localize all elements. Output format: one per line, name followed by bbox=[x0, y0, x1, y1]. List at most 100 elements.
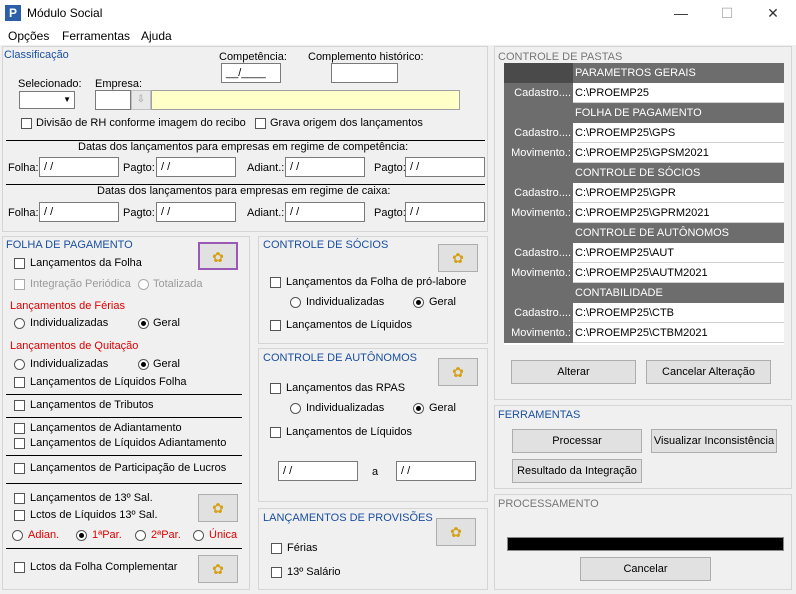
grid-cell[interactable]: C:\PROEMP25\CTB bbox=[573, 303, 784, 323]
complemento-input[interactable] bbox=[331, 63, 398, 83]
grid-cell[interactable]: C:\PROEMP25\GPSM2021 bbox=[573, 143, 784, 163]
gear-icon: ✿ bbox=[452, 250, 464, 266]
empresa-code-input[interactable] bbox=[95, 90, 131, 110]
individualizadas-label: Individualizadas bbox=[306, 296, 385, 308]
part-lucros-label: Lançamentos de Participação de Lucros bbox=[30, 462, 227, 474]
grid-corner bbox=[504, 63, 573, 83]
unica-label: Única bbox=[209, 529, 238, 541]
totalizada-radio[interactable] bbox=[138, 279, 149, 290]
liq-folha-label: Lançamentos de Líquidos Folha bbox=[30, 376, 187, 388]
liq-folha-checkbox[interactable] bbox=[14, 377, 25, 388]
par1-label: 1ªPar. bbox=[92, 529, 122, 541]
menu-opcoes[interactable]: Opções bbox=[8, 29, 49, 43]
provisoes-ferias-checkbox[interactable] bbox=[271, 543, 282, 554]
socios-individualizadas-radio[interactable] bbox=[290, 297, 301, 308]
processar-button[interactable]: Processar bbox=[512, 429, 642, 453]
provisoes-13-checkbox[interactable] bbox=[271, 567, 282, 578]
individualizadas-label: Individualizadas bbox=[30, 358, 109, 370]
grid-cell[interactable]: C:\PROEMP25 bbox=[573, 83, 784, 103]
folha-config-button[interactable]: ✿ bbox=[198, 242, 238, 270]
pagto-date-input[interactable]: / / bbox=[405, 157, 485, 177]
autonomos-date-from[interactable]: / / bbox=[278, 461, 358, 481]
divisao-checkbox[interactable] bbox=[21, 118, 32, 129]
ferias-individualizadas-radio[interactable] bbox=[14, 318, 25, 329]
lanc-folha-checkbox[interactable] bbox=[14, 258, 25, 269]
grid-label: Cadastro.... bbox=[504, 123, 573, 143]
provisoes-config-button[interactable]: ✿ bbox=[436, 518, 476, 546]
pagto-label: Pagto: bbox=[123, 207, 155, 219]
close-button[interactable]: ✕ bbox=[750, 0, 796, 27]
processamento-title: PROCESSAMENTO bbox=[498, 498, 599, 510]
download-icon[interactable]: ⇩ bbox=[131, 90, 151, 110]
grid-cell[interactable]: C:\PROEMP25\CTBM2021 bbox=[573, 323, 784, 343]
grid-cell[interactable]: C:\PROEMP25\AUTM2021 bbox=[573, 263, 784, 283]
grid-cell[interactable]: C:\PROEMP25\AUT bbox=[573, 243, 784, 263]
adiant-date-input[interactable]: / / bbox=[285, 202, 365, 222]
cancelar-button[interactable]: Cancelar bbox=[580, 557, 711, 581]
liq13-label: Lctos de Líquidos 13º Sal. bbox=[30, 509, 158, 521]
grid-cell[interactable]: C:\PROEMP25\GPRM2021 bbox=[573, 203, 784, 223]
provisoes-title: LANÇAMENTOS DE PROVISÕES bbox=[263, 512, 433, 524]
alterar-button[interactable]: Alterar bbox=[511, 360, 636, 384]
maximize-button[interactable]: ☐ bbox=[704, 0, 750, 27]
socios-config-button[interactable]: ✿ bbox=[438, 244, 478, 272]
quitacao-individualizadas-radio[interactable] bbox=[14, 359, 25, 370]
complementar-checkbox[interactable] bbox=[14, 562, 25, 573]
pagto-date-input[interactable]: / / bbox=[156, 157, 236, 177]
ferias-geral-radio[interactable] bbox=[138, 318, 149, 329]
grid-cell[interactable]: C:\PROEMP25\GPS bbox=[573, 123, 784, 143]
socios-liquidos-checkbox[interactable] bbox=[270, 320, 281, 331]
competencia-input[interactable]: __/____ bbox=[221, 63, 281, 83]
grid-label-blank bbox=[504, 103, 573, 123]
window-title: Módulo Social bbox=[27, 6, 103, 20]
autonomos-liquidos-label: Lançamentos de Líquidos bbox=[286, 426, 412, 438]
quitacao-geral-radio[interactable] bbox=[138, 359, 149, 370]
individualizadas-label: Individualizadas bbox=[30, 317, 109, 329]
unica-radio[interactable] bbox=[193, 530, 204, 541]
gear-icon: ✿ bbox=[450, 524, 462, 540]
grid-label-blank bbox=[504, 283, 573, 303]
menu-ajuda[interactable]: Ajuda bbox=[141, 29, 172, 43]
par2-radio[interactable] bbox=[135, 530, 146, 541]
pagto-date-input[interactable]: / / bbox=[156, 202, 236, 222]
part-lucros-checkbox[interactable] bbox=[14, 463, 25, 474]
resultado-integracao-button[interactable]: Resultado da Integração bbox=[512, 459, 642, 483]
par1-radio[interactable] bbox=[76, 530, 87, 541]
grid-cell[interactable]: C:\PROEMP25\GPR bbox=[573, 183, 784, 203]
rpas-checkbox[interactable] bbox=[270, 383, 281, 394]
grid-label-blank bbox=[504, 223, 573, 243]
adiantamento-checkbox[interactable] bbox=[14, 423, 25, 434]
liq13-checkbox[interactable] bbox=[14, 510, 25, 521]
sal13-config-button[interactable]: ✿ bbox=[198, 494, 238, 522]
minimize-button[interactable]: — bbox=[658, 0, 704, 27]
adiant-label: Adiant.: bbox=[247, 162, 285, 174]
menu-ferramentas[interactable]: Ferramentas bbox=[62, 29, 130, 43]
gear-icon: ✿ bbox=[212, 500, 224, 516]
integ-periodica-checkbox[interactable] bbox=[14, 279, 25, 290]
autonomos-geral-radio[interactable] bbox=[413, 403, 424, 414]
cancelar-alteracao-button[interactable]: Cancelar Alteração bbox=[646, 360, 771, 384]
grid-label: Movimento.: bbox=[504, 323, 573, 343]
tributos-checkbox[interactable] bbox=[14, 400, 25, 411]
divider bbox=[6, 483, 242, 484]
autonomos-individualizadas-radio[interactable] bbox=[290, 403, 301, 414]
folha-date-input[interactable]: / / bbox=[39, 157, 119, 177]
sal13-checkbox[interactable] bbox=[14, 493, 25, 504]
tributos-label: Lançamentos de Tributos bbox=[30, 399, 154, 411]
autonomos-liquidos-checkbox[interactable] bbox=[270, 427, 281, 438]
pagto-label: Pagto: bbox=[123, 162, 155, 174]
adiant-date-input[interactable]: / / bbox=[285, 157, 365, 177]
adian-radio[interactable] bbox=[12, 530, 23, 541]
grava-checkbox[interactable] bbox=[255, 118, 266, 129]
socios-geral-radio[interactable] bbox=[413, 297, 424, 308]
folha-date-input[interactable]: / / bbox=[39, 202, 119, 222]
complementar-label: Lctos da Folha Complementar bbox=[30, 561, 178, 573]
pagto-date-input[interactable]: / / bbox=[405, 202, 485, 222]
liq-adiantamento-checkbox[interactable] bbox=[14, 438, 25, 449]
autonomos-config-button[interactable]: ✿ bbox=[438, 358, 478, 386]
visualizar-inconsistencia-button[interactable]: Visualizar Inconsistência bbox=[651, 429, 777, 453]
selecionado-dropdown[interactable]: ▼ bbox=[19, 91, 75, 109]
pro-labore-checkbox[interactable] bbox=[270, 277, 281, 288]
complementar-config-button[interactable]: ✿ bbox=[198, 555, 238, 583]
autonomos-date-to[interactable]: / / bbox=[396, 461, 476, 481]
